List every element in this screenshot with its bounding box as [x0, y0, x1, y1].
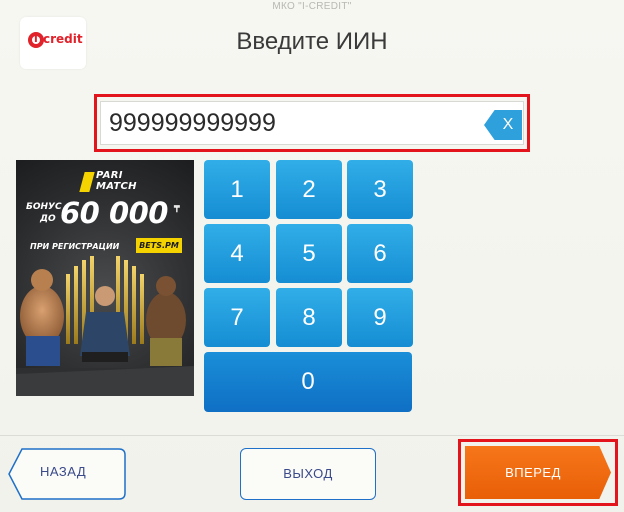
page-title: Введите ИИН: [236, 28, 388, 55]
key-1[interactable]: 1: [204, 160, 270, 219]
ad-fighters-illustration: [16, 256, 194, 396]
key-2[interactable]: 2: [276, 160, 342, 219]
brand-logo-icon: [79, 172, 95, 192]
ad-site: BETS.PM: [136, 238, 182, 253]
key-7[interactable]: 7: [204, 288, 270, 347]
back-button[interactable]: НАЗАД: [8, 448, 126, 500]
ad-amount: 60 000: [60, 196, 169, 230]
ad-bonus-line2: ДО: [40, 214, 56, 224]
back-label: НАЗАД: [40, 464, 87, 479]
ad-currency: ₸: [174, 204, 180, 214]
key-9[interactable]: 9: [347, 288, 413, 347]
key-8[interactable]: 8: [276, 288, 342, 347]
atm-screen: МКО "I-CREDIT" i credit Введите ИИН 9999…: [0, 0, 624, 512]
ad-brand-line1: PARI: [96, 170, 123, 181]
key-5[interactable]: 5: [276, 224, 342, 283]
advertisement-banner: PARI MATCH БОНУС ДО 60 000 ₸ ПРИ РЕГИСТР…: [16, 160, 194, 396]
ad-brand-line2: MATCH: [96, 181, 137, 192]
key-3[interactable]: 3: [347, 160, 413, 219]
exit-button[interactable]: ВЫХОД: [240, 448, 376, 500]
key-4[interactable]: 4: [204, 224, 270, 283]
iin-input[interactable]: 999999999999: [100, 101, 524, 145]
next-button[interactable]: ВПЕРЕД: [465, 446, 611, 499]
footer-divider: [0, 435, 624, 436]
ad-registration-text: ПРИ РЕГИСТРАЦИИ: [30, 242, 120, 251]
key-6[interactable]: 6: [347, 224, 413, 283]
key-0[interactable]: 0: [204, 352, 412, 412]
organization-name: МКО "I-CREDIT": [272, 1, 352, 12]
ad-bonus-line1: БОНУС: [26, 202, 62, 212]
